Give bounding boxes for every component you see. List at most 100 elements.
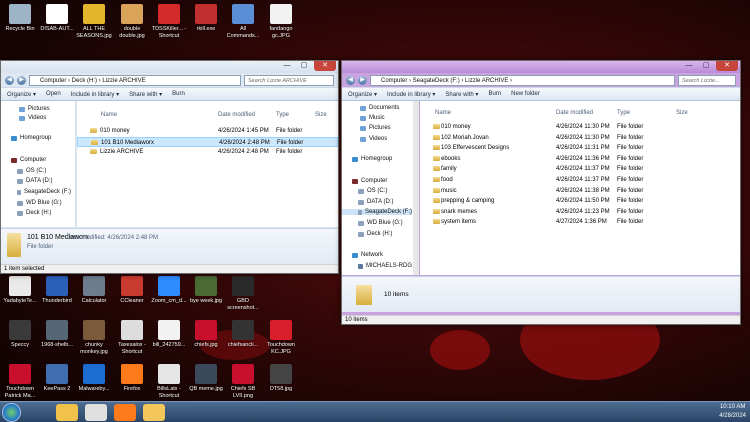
file-row[interactable]: music 4/26/2024 11:38 PM File folder xyxy=(420,186,740,196)
toolbar-button[interactable]: Burn xyxy=(488,91,501,97)
close-button[interactable]: ✕ xyxy=(716,61,738,71)
file-row[interactable]: Lizzie ARCHIVE 4/26/2024 2:48 PM File fold… xyxy=(77,147,338,157)
column-type[interactable]: Type xyxy=(617,110,630,116)
desktop-icon[interactable]: ALL THE SEASONS.jpg xyxy=(74,4,114,39)
maximize-button[interactable]: ▢ xyxy=(698,61,714,71)
desktop-icon[interactable]: DISAB-AUT... xyxy=(37,4,77,33)
search-input[interactable]: Search Lizzie... xyxy=(678,74,736,86)
nav-item[interactable]: Homegroup xyxy=(1,135,71,141)
nav-item[interactable]: Videos xyxy=(1,115,71,121)
file-row[interactable]: 010 money 4/26/2024 11:30 PM File folder xyxy=(420,122,740,132)
chrome-icon[interactable] xyxy=(85,404,107,421)
column-size[interactable]: Size xyxy=(315,112,327,118)
nav-item[interactable]: WD Blue (G:) xyxy=(342,220,412,226)
title-bar[interactable]: — ▢ ✕ xyxy=(342,61,740,73)
file-row[interactable]: ebooks 4/26/2024 11:36 PM File folder xyxy=(420,154,740,164)
desktop-icon[interactable]: YadabyteTe... xyxy=(0,276,40,305)
address-bar[interactable]: Computer › SeagateDeck (F:) › Lizzie ARC… xyxy=(370,74,675,86)
desktop-icon[interactable]: Taxesalox - Shortcut xyxy=(112,320,152,355)
desktop-icon[interactable]: Recycle Bin xyxy=(0,4,40,33)
desktop-icon[interactable]: QB meme.jpg xyxy=(186,364,226,393)
nav-item[interactable]: SeagateDeck (F:) xyxy=(1,189,71,195)
search-input[interactable]: Search Lizzie ARCHIVE xyxy=(244,74,334,86)
nav-item[interactable]: SeagateDeck (F:) xyxy=(342,209,412,215)
desktop-icon[interactable]: chunky monkey.jpg xyxy=(74,320,114,355)
back-icon[interactable]: ◀ xyxy=(346,75,355,85)
firefox-icon[interactable] xyxy=(114,404,136,421)
column-size[interactable]: Size xyxy=(676,110,688,116)
nav-item[interactable]: Documents xyxy=(342,105,412,111)
nav-item[interactable]: Pictures xyxy=(1,106,71,112)
desktop-icon[interactable]: chiefs.jpg xyxy=(186,320,226,349)
desktop-icon[interactable]: double double.jpg xyxy=(112,4,152,39)
file-row[interactable]: family 4/26/2024 11:37 PM File folder xyxy=(420,164,740,174)
maximize-button[interactable]: ▢ xyxy=(296,61,312,71)
toolbar-button[interactable]: Share with ▾ xyxy=(445,91,478,98)
file-list[interactable]: Name Date modified Type Size 010 money 4/… xyxy=(77,101,338,227)
column-type[interactable]: Type xyxy=(276,112,289,118)
desktop-icon[interactable]: Speccy xyxy=(0,320,40,349)
title-bar[interactable]: — ▢ ✕ xyxy=(1,61,338,73)
explorer-window-deck[interactable]: — ▢ ✕ ◀ ▶ Computer › Deck (H:) › Lizzie … xyxy=(0,60,339,274)
desktop-icon[interactable]: Zoom_cm_d... xyxy=(149,276,189,305)
nav-item[interactable]: Deck (H:) xyxy=(1,210,71,216)
toolbar-button[interactable]: New folder xyxy=(511,91,540,97)
file-row[interactable]: snark memes 4/26/2024 11:23 PM File folder xyxy=(420,207,740,217)
nav-item[interactable]: Deck (H:) xyxy=(342,231,412,237)
desktop-icon[interactable]: fandango gc.JPG xyxy=(261,4,301,39)
nav-item[interactable]: OS (C:) xyxy=(1,168,71,174)
nav-item[interactable]: Network xyxy=(342,252,412,258)
column-date[interactable]: Date modified xyxy=(556,110,593,116)
file-list[interactable]: Name Date modified Type Size 010 money 4/… xyxy=(420,101,740,275)
desktop-icon[interactable]: rkill.exe xyxy=(186,4,226,33)
desktop-icon[interactable]: bye week.jpg xyxy=(186,276,226,305)
column-name[interactable]: Name xyxy=(101,112,117,118)
column-date[interactable]: Date modified xyxy=(218,112,255,118)
toolbar-button[interactable]: Organize ▾ xyxy=(348,91,377,98)
desktop-icon[interactable]: Touchdown KC.JPG xyxy=(261,320,301,355)
file-row[interactable]: 101 B10 Mediaworx 4/26/2024 2:48 PM File f… xyxy=(77,136,338,147)
desktop-icon[interactable]: All Commands... xyxy=(223,4,263,39)
desktop-icon[interactable]: 1968-shelb... xyxy=(37,320,77,349)
forward-icon[interactable]: ▶ xyxy=(358,75,367,85)
explorer-window-seagate[interactable]: — ▢ ✕ ◀ ▶ Computer › SeagateDeck (F:) › … xyxy=(341,60,741,325)
nav-item[interactable]: Pictures xyxy=(342,125,412,131)
address-bar[interactable]: Computer › Deck (H:) › Lizzie ARCHIVE xyxy=(29,74,241,86)
nav-item[interactable]: DATA (D:) xyxy=(342,199,412,205)
start-button[interactable] xyxy=(2,403,21,422)
forward-icon[interactable]: ▶ xyxy=(17,75,26,85)
file-row[interactable]: food 4/26/2024 11:37 PM File folder xyxy=(420,175,740,185)
desktop-icon[interactable]: bill_242759... xyxy=(149,320,189,349)
nav-item[interactable]: Homegroup xyxy=(342,156,412,162)
minimize-button[interactable]: — xyxy=(280,61,294,71)
toolbar-button[interactable]: Burn xyxy=(172,91,185,97)
desktop-icon[interactable]: TDSSKiller... - Shortcut xyxy=(149,4,189,39)
column-name[interactable]: Name xyxy=(435,110,451,116)
minimize-button[interactable]: — xyxy=(682,61,696,71)
desktop-icon[interactable]: chiefsancli... xyxy=(223,320,263,349)
desktop-icon[interactable]: BillsLatx - Shortcut xyxy=(149,364,189,399)
file-row[interactable]: prepping & camping 4/26/2024 11:50 PM File… xyxy=(420,196,740,206)
nav-item[interactable]: OS (C:) xyxy=(342,188,412,194)
folder-icon[interactable] xyxy=(143,404,165,421)
toolbar-button[interactable]: Share with ▾ xyxy=(129,91,162,98)
clock[interactable]: 10:10 AM 4/28/2024 xyxy=(719,403,746,421)
nav-item[interactable]: Computer xyxy=(342,178,412,184)
scrollbar[interactable] xyxy=(413,101,419,275)
back-icon[interactable]: ◀ xyxy=(5,75,14,85)
nav-item[interactable]: Videos xyxy=(342,136,412,142)
navigation-pane[interactable]: Documents Music Pictures Videos Homegroup Com… xyxy=(342,101,418,275)
close-button[interactable]: ✕ xyxy=(314,61,336,71)
nav-item[interactable]: Music xyxy=(342,115,412,121)
desktop-icon[interactable]: DT58.jpg xyxy=(261,364,301,393)
toolbar-button[interactable]: Include in library ▾ xyxy=(71,91,119,98)
nav-item[interactable]: DATA (D:) xyxy=(1,178,71,184)
navigation-pane[interactable]: Pictures Videos Homegroup Computer OS (C:) DA… xyxy=(1,101,76,227)
toolbar-button[interactable]: Organize ▾ xyxy=(7,91,36,98)
desktop-icon[interactable]: Chiefs SB LVII.png xyxy=(223,364,263,399)
nav-item[interactable]: WD Blue (G:) xyxy=(1,200,71,206)
file-row[interactable]: 102 Moriah.Jovan 4/26/2024 11:30 PM File f… xyxy=(420,133,740,143)
desktop-icon[interactable]: CCleaner xyxy=(112,276,152,305)
file-row[interactable]: system items 4/27/2024 1:36 PM File folder xyxy=(420,217,740,227)
nav-item[interactable]: Computer xyxy=(1,157,71,163)
